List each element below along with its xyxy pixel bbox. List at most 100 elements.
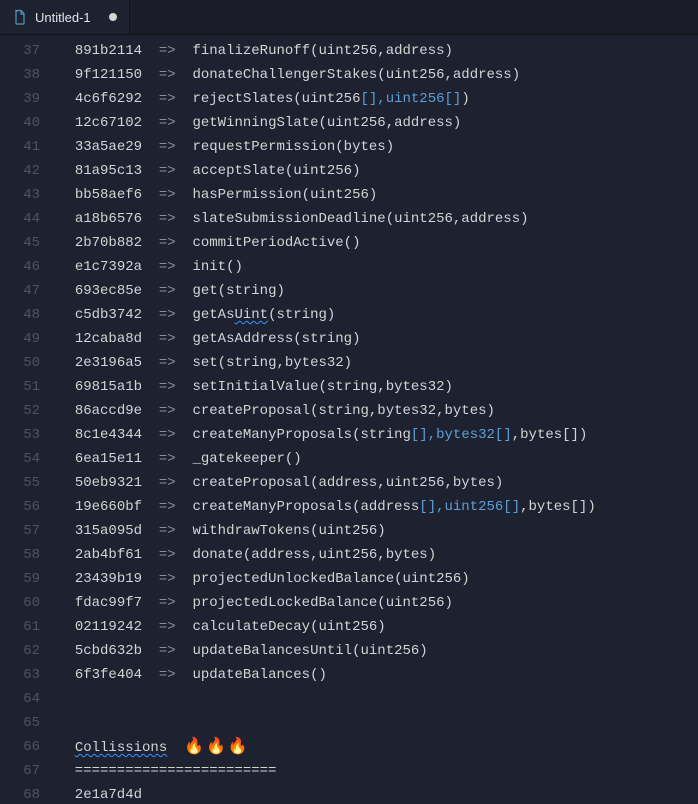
line-text: 69815a1b => setInitialValue(string,bytes… (58, 375, 596, 399)
file-icon (12, 9, 28, 25)
line-number: 58 (0, 543, 58, 567)
line-text: 12c67102 => getWinningSlate(uint256,addr… (58, 111, 596, 135)
line-number: 51 (0, 375, 58, 399)
line-number: 63 (0, 663, 58, 687)
code-line[interactable]: 64 (0, 687, 596, 711)
line-text: 891b2114 => finalizeRunoff(uint256,addre… (58, 39, 596, 63)
code-line[interactable]: 37 891b2114 => finalizeRunoff(uint256,ad… (0, 39, 596, 63)
line-text: 50eb9321 => createProposal(address,uint2… (58, 471, 596, 495)
code-line[interactable]: 56 19e660bf => createManyProposals(addre… (0, 495, 596, 519)
line-text: 2b70b882 => commitPeriodActive() (58, 231, 596, 255)
code-line[interactable]: 43 bb58aef6 => hasPermission(uint256) (0, 183, 596, 207)
line-text: 33a5ae29 => requestPermission(bytes) (58, 135, 596, 159)
code-line[interactable]: 55 50eb9321 => createProposal(address,ui… (0, 471, 596, 495)
code-line[interactable]: 61 02119242 => calculateDecay(uint256) (0, 615, 596, 639)
line-number: 48 (0, 303, 58, 327)
line-text: 6ea15e11 => _gatekeeper() (58, 447, 596, 471)
code-line[interactable]: 46 e1c7392a => init() (0, 255, 596, 279)
line-number: 41 (0, 135, 58, 159)
code-line[interactable]: 40 12c67102 => getWinningSlate(uint256,a… (0, 111, 596, 135)
line-text: 315a095d => withdrawTokens(uint256) (58, 519, 596, 543)
line-text: 81a95c13 => acceptSlate(uint256) (58, 159, 596, 183)
code-line[interactable]: 58 2ab4bf61 => donate(address,uint256,by… (0, 543, 596, 567)
line-number: 54 (0, 447, 58, 471)
code-line[interactable]: 41 33a5ae29 => requestPermission(bytes) (0, 135, 596, 159)
code-line[interactable]: 52 86accd9e => createProposal(string,byt… (0, 399, 596, 423)
code-line[interactable]: 48 c5db3742 => getAsUint(string) (0, 303, 596, 327)
code-line[interactable]: 68 2e1a7d4d (0, 783, 596, 804)
code-line[interactable]: 39 4c6f6292 => rejectSlates(uint256[],ui… (0, 87, 596, 111)
code-line[interactable]: 44 a18b6576 => slateSubmissionDeadline(u… (0, 207, 596, 231)
line-text: 86accd9e => createProposal(string,bytes3… (58, 399, 596, 423)
dirty-indicator-icon (109, 13, 117, 21)
line-text: 19e660bf => createManyProposals(address[… (58, 495, 596, 519)
line-text: bb58aef6 => hasPermission(uint256) (58, 183, 596, 207)
line-number: 67 (0, 759, 58, 783)
code-line[interactable]: 63 6f3fe404 => updateBalances() (0, 663, 596, 687)
tab-bar: Untitled-1 (0, 0, 698, 35)
line-text: 2ab4bf61 => donate(address,uint256,bytes… (58, 543, 596, 567)
line-number: 40 (0, 111, 58, 135)
code-line[interactable]: 47 693ec85e => get(string) (0, 279, 596, 303)
line-number: 64 (0, 687, 58, 711)
line-text: e1c7392a => init() (58, 255, 596, 279)
line-text: 6f3fe404 => updateBalances() (58, 663, 596, 687)
editor-tab-untitled[interactable]: Untitled-1 (0, 0, 130, 34)
code-line[interactable]: 38 9f121150 => donateChallengerStakes(ui… (0, 63, 596, 87)
code-line[interactable]: 50 2e3196a5 => set(string,bytes32) (0, 351, 596, 375)
line-text (58, 687, 596, 711)
line-text: 23439b19 => projectedUnlockedBalance(uin… (58, 567, 596, 591)
code-rows: 37 891b2114 => finalizeRunoff(uint256,ad… (0, 39, 596, 804)
code-line[interactable]: 45 2b70b882 => commitPeriodActive() (0, 231, 596, 255)
code-line[interactable]: 57 315a095d => withdrawTokens(uint256) (0, 519, 596, 543)
code-line[interactable]: 59 23439b19 => projectedUnlockedBalance(… (0, 567, 596, 591)
line-text: 2e3196a5 => set(string,bytes32) (58, 351, 596, 375)
editor-area[interactable]: 37 891b2114 => finalizeRunoff(uint256,ad… (0, 35, 698, 804)
code-line[interactable]: 49 12caba8d => getAsAddress(string) (0, 327, 596, 351)
line-number: 53 (0, 423, 58, 447)
line-text: 5cbd632b => updateBalancesUntil(uint256) (58, 639, 596, 663)
line-number: 62 (0, 639, 58, 663)
line-number: 39 (0, 87, 58, 111)
line-number: 55 (0, 471, 58, 495)
code-line[interactable]: 62 5cbd632b => updateBalancesUntil(uint2… (0, 639, 596, 663)
line-text: Collissions 🔥🔥🔥 (58, 735, 596, 759)
line-number: 49 (0, 327, 58, 351)
line-text: 12caba8d => getAsAddress(string) (58, 327, 596, 351)
code-line[interactable]: 42 81a95c13 => acceptSlate(uint256) (0, 159, 596, 183)
line-number: 42 (0, 159, 58, 183)
line-text: 8c1e4344 => createManyProposals(string[]… (58, 423, 596, 447)
line-text: ======================== (58, 759, 596, 783)
line-text: 4c6f6292 => rejectSlates(uint256[],uint2… (58, 87, 596, 111)
line-text: 693ec85e => get(string) (58, 279, 596, 303)
line-number: 59 (0, 567, 58, 591)
line-number: 44 (0, 207, 58, 231)
code-line[interactable]: 60 fdac99f7 => projectedLockedBalance(ui… (0, 591, 596, 615)
code-line[interactable]: 66 Collissions 🔥🔥🔥 (0, 735, 596, 759)
line-number: 52 (0, 399, 58, 423)
line-number: 43 (0, 183, 58, 207)
code-line[interactable]: 65 (0, 711, 596, 735)
line-text: 2e1a7d4d (58, 783, 596, 804)
line-number: 57 (0, 519, 58, 543)
line-text: a18b6576 => slateSubmissionDeadline(uint… (58, 207, 596, 231)
code-line[interactable]: 54 6ea15e11 => _gatekeeper() (0, 447, 596, 471)
line-text: fdac99f7 => projectedLockedBalance(uint2… (58, 591, 596, 615)
line-number: 61 (0, 615, 58, 639)
line-number: 66 (0, 735, 58, 759)
line-text: 02119242 => calculateDecay(uint256) (58, 615, 596, 639)
line-number: 65 (0, 711, 58, 735)
line-number: 56 (0, 495, 58, 519)
code-line[interactable]: 67 ======================== (0, 759, 596, 783)
code-line[interactable]: 53 8c1e4344 => createManyProposals(strin… (0, 423, 596, 447)
line-number: 68 (0, 783, 58, 804)
line-number: 60 (0, 591, 58, 615)
line-number: 38 (0, 63, 58, 87)
line-number: 50 (0, 351, 58, 375)
line-text: 9f121150 => donateChallengerStakes(uint2… (58, 63, 596, 87)
line-number: 37 (0, 39, 58, 63)
line-text: c5db3742 => getAsUint(string) (58, 303, 596, 327)
line-text (58, 711, 596, 735)
line-number: 46 (0, 255, 58, 279)
code-line[interactable]: 51 69815a1b => setInitialValue(string,by… (0, 375, 596, 399)
